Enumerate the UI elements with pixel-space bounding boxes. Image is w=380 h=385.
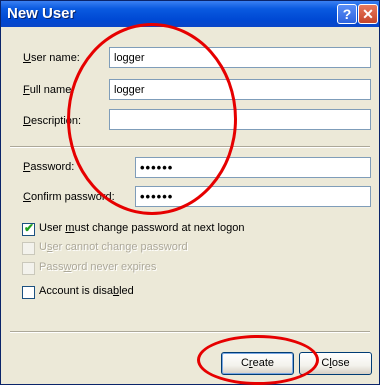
full-name-label: Full name:: [23, 84, 75, 96]
account-disabled-checkbox[interactable]: [22, 286, 35, 299]
separator: [10, 146, 370, 148]
user-name-field[interactable]: [109, 47, 371, 68]
new-user-dialog: New User ? ✕ User name: Full name: Descr…: [0, 0, 380, 385]
description-label: Description:: [23, 115, 82, 127]
must-change-password-checkbox[interactable]: ✔: [22, 221, 35, 236]
create-button[interactable]: Create: [221, 352, 294, 375]
help-button[interactable]: ?: [337, 4, 357, 24]
password-field[interactable]: ••••••: [135, 157, 371, 178]
must-change-password-label[interactable]: User must change password at next logon: [39, 222, 244, 234]
password-never-expires-label: Password never expires: [39, 261, 157, 273]
description-field[interactable]: [109, 109, 371, 130]
dialog-title: New User: [7, 5, 76, 22]
password-never-expires-checkbox: [22, 262, 35, 275]
close-button[interactable]: Close: [299, 352, 372, 375]
password-label: Password:: [23, 161, 75, 173]
user-name-label: User name:: [23, 52, 80, 64]
separator: [10, 331, 370, 333]
title-bar[interactable]: New User ? ✕: [1, 1, 379, 27]
checkmark-icon: ✔: [24, 221, 35, 235]
full-name-field[interactable]: [109, 79, 371, 100]
cannot-change-password-checkbox: [22, 242, 35, 255]
account-disabled-label[interactable]: Account is disabled: [39, 285, 134, 297]
cannot-change-password-label: User cannot change password: [39, 241, 188, 253]
confirm-password-field[interactable]: ••••••: [135, 186, 371, 207]
confirm-password-label: Confirm password:: [23, 191, 115, 203]
close-window-button[interactable]: ✕: [358, 4, 378, 24]
